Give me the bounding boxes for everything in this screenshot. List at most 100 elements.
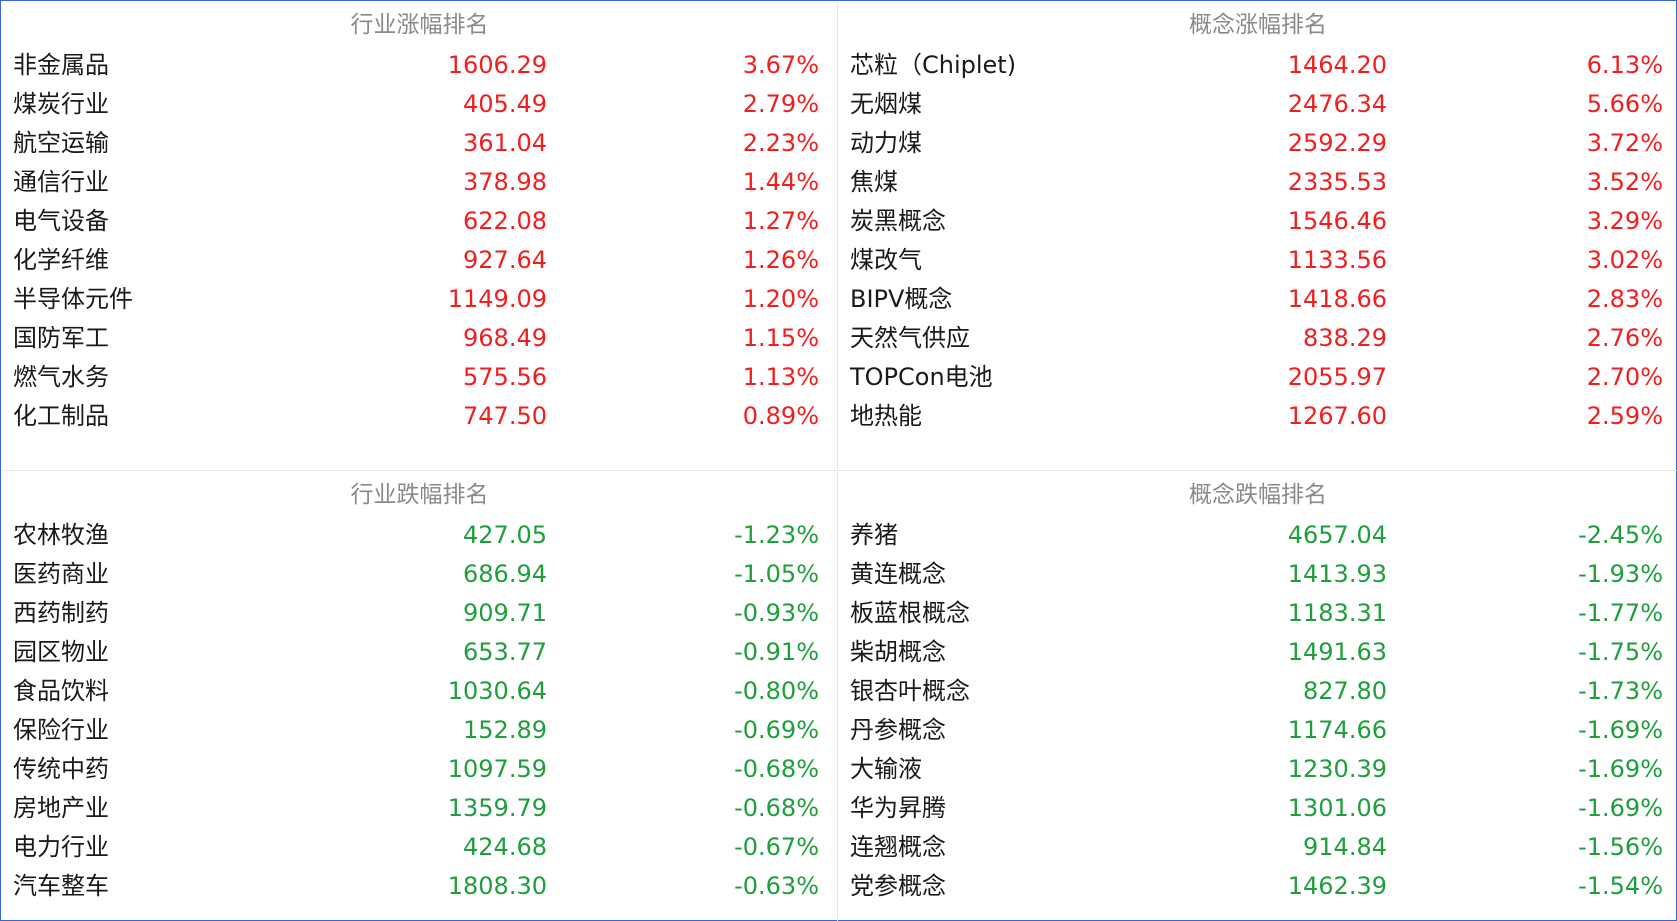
concept-name: 华为昇腾: [850, 794, 946, 822]
concept-index: 1462.39: [1287, 872, 1387, 900]
concept-change: 3.02%: [1586, 246, 1663, 274]
table-row[interactable]: 焦煤 2335.53 3.52%: [839, 163, 1677, 202]
table-row[interactable]: 大输液 1230.39 -1.69%: [839, 750, 1677, 789]
table-row[interactable]: 房地产业 1359.79 -0.68%: [2, 789, 837, 828]
concept-change: 2.59%: [1586, 402, 1663, 430]
concept-change: -1.54%: [1578, 872, 1663, 900]
sector-change: 1.20%: [742, 285, 819, 313]
sector-name: 燃气水务: [13, 363, 109, 391]
concept-change: -1.69%: [1578, 755, 1663, 783]
table-row[interactable]: 煤炭行业 405.49 2.79%: [2, 85, 837, 124]
sector-change: -0.91%: [734, 638, 819, 666]
table-row[interactable]: 炭黑概念 1546.46 3.29%: [839, 202, 1677, 241]
sector-index: 927.64: [463, 246, 547, 274]
table-row[interactable]: 农林牧渔 427.05 -1.23%: [2, 516, 837, 555]
table-row[interactable]: 园区物业 653.77 -0.91%: [2, 633, 837, 672]
concept-gainers-panel: 概念涨幅排名 芯粒（Chiplet) 1464.20 6.13% 无烟煤 2476.3…: [839, 2, 1677, 471]
ranking-list: 芯粒（Chiplet) 1464.20 6.13% 无烟煤 2476.34 5.66% …: [839, 46, 1677, 436]
sector-index: 424.68: [463, 833, 547, 861]
table-row[interactable]: 丹参概念 1174.66 -1.69%: [839, 711, 1677, 750]
concept-change: 3.52%: [1586, 168, 1663, 196]
concept-name: 大输液: [850, 755, 922, 783]
table-row[interactable]: 汽车整车 1808.30 -0.63%: [2, 867, 837, 906]
concept-index: 1413.93: [1287, 560, 1387, 588]
concept-index: 2335.53: [1287, 168, 1387, 196]
sector-index: 747.50: [463, 402, 547, 430]
sector-change: -0.67%: [734, 833, 819, 861]
sector-change: 1.27%: [742, 207, 819, 235]
sector-name: 电力行业: [13, 833, 109, 861]
concept-index: 1301.06: [1287, 794, 1387, 822]
concept-name: 动力煤: [850, 129, 922, 157]
table-row[interactable]: 无烟煤 2476.34 5.66%: [839, 85, 1677, 124]
sector-change: 1.13%: [742, 363, 819, 391]
industry-losers-panel: 行业跌幅排名 农林牧渔 427.05 -1.23% 医药商业 686.94 -1.05%…: [2, 472, 838, 921]
concept-index: 2055.97: [1287, 363, 1387, 391]
concept-change: -1.56%: [1578, 833, 1663, 861]
table-row[interactable]: 党参概念 1462.39 -1.54%: [839, 867, 1677, 906]
concept-index: 1267.60: [1287, 402, 1387, 430]
concept-change: 2.83%: [1586, 285, 1663, 313]
table-row[interactable]: 化学纤维 927.64 1.26%: [2, 241, 837, 280]
ranking-list: 非金属品 1606.29 3.67% 煤炭行业 405.49 2.79% 航空运输 361…: [2, 46, 837, 436]
table-row[interactable]: 西药制药 909.71 -0.93%: [2, 594, 837, 633]
table-row[interactable]: 医药商业 686.94 -1.05%: [2, 555, 837, 594]
panel-title: 行业涨幅排名: [350, 12, 489, 38]
sector-change: -0.69%: [734, 716, 819, 744]
concept-name: 炭黑概念: [850, 207, 946, 235]
table-row[interactable]: 国防军工 968.49 1.15%: [2, 319, 837, 358]
concept-name: 焦煤: [850, 168, 898, 196]
concept-index: 1491.63: [1287, 638, 1387, 666]
table-row[interactable]: 保险行业 152.89 -0.69%: [2, 711, 837, 750]
table-row[interactable]: BIPV概念 1418.66 2.83%: [839, 280, 1677, 319]
table-row[interactable]: 燃气水务 575.56 1.13%: [2, 358, 837, 397]
sector-name: 国防军工: [13, 324, 109, 352]
concept-change: 2.76%: [1586, 324, 1663, 352]
sector-index: 622.08: [463, 207, 547, 235]
sector-name: 西药制药: [13, 599, 109, 627]
concept-name: 煤改气: [850, 246, 922, 274]
sector-change: 2.23%: [742, 129, 819, 157]
table-row[interactable]: 电力行业 424.68 -0.67%: [2, 828, 837, 867]
table-row[interactable]: 传统中药 1097.59 -0.68%: [2, 750, 837, 789]
table-row[interactable]: 煤改气 1133.56 3.02%: [839, 241, 1677, 280]
panel-title: 行业跌幅排名: [350, 482, 489, 508]
concept-name: BIPV概念: [850, 285, 953, 313]
table-row[interactable]: 化工制品 747.50 0.89%: [2, 397, 837, 436]
concept-index: 838.29: [1303, 324, 1387, 352]
ranking-list: 农林牧渔 427.05 -1.23% 医药商业 686.94 -1.05% 西药制药 90…: [2, 516, 837, 906]
table-row[interactable]: 养猪 4657.04 -2.45%: [839, 516, 1677, 555]
sector-index: 405.49: [463, 90, 547, 118]
concept-change: -1.73%: [1578, 677, 1663, 705]
table-row[interactable]: 柴胡概念 1491.63 -1.75%: [839, 633, 1677, 672]
table-row[interactable]: 食品饮料 1030.64 -0.80%: [2, 672, 837, 711]
sector-change: -0.68%: [734, 755, 819, 783]
table-row[interactable]: 通信行业 378.98 1.44%: [2, 163, 837, 202]
table-row[interactable]: 板蓝根概念 1183.31 -1.77%: [839, 594, 1677, 633]
table-row[interactable]: 华为昇腾 1301.06 -1.69%: [839, 789, 1677, 828]
concept-change: -1.69%: [1578, 716, 1663, 744]
table-row[interactable]: 电气设备 622.08 1.27%: [2, 202, 837, 241]
sector-change: -0.63%: [734, 872, 819, 900]
table-row[interactable]: 芯粒（Chiplet) 1464.20 6.13%: [839, 46, 1677, 85]
sector-change: -0.80%: [734, 677, 819, 705]
concept-change: 6.13%: [1586, 51, 1663, 79]
table-row[interactable]: 地热能 1267.60 2.59%: [839, 397, 1677, 436]
table-row[interactable]: 非金属品 1606.29 3.67%: [2, 46, 837, 85]
sector-index: 968.49: [463, 324, 547, 352]
table-row[interactable]: 连翘概念 914.84 -1.56%: [839, 828, 1677, 867]
concept-name: 板蓝根概念: [850, 599, 970, 627]
table-row[interactable]: 银杏叶概念 827.80 -1.73%: [839, 672, 1677, 711]
sector-change: 1.15%: [742, 324, 819, 352]
concept-name: 党参概念: [850, 872, 946, 900]
sector-index: 575.56: [463, 363, 547, 391]
table-row[interactable]: TOPCon电池 2055.97 2.70%: [839, 358, 1677, 397]
table-row[interactable]: 动力煤 2592.29 3.72%: [839, 124, 1677, 163]
sector-name: 航空运输: [13, 129, 109, 157]
concept-name: 柴胡概念: [850, 638, 946, 666]
table-row[interactable]: 半导体元件 1149.09 1.20%: [2, 280, 837, 319]
table-row[interactable]: 黄连概念 1413.93 -1.93%: [839, 555, 1677, 594]
table-row[interactable]: 航空运输 361.04 2.23%: [2, 124, 837, 163]
concept-index: 827.80: [1303, 677, 1387, 705]
table-row[interactable]: 天然气供应 838.29 2.76%: [839, 319, 1677, 358]
